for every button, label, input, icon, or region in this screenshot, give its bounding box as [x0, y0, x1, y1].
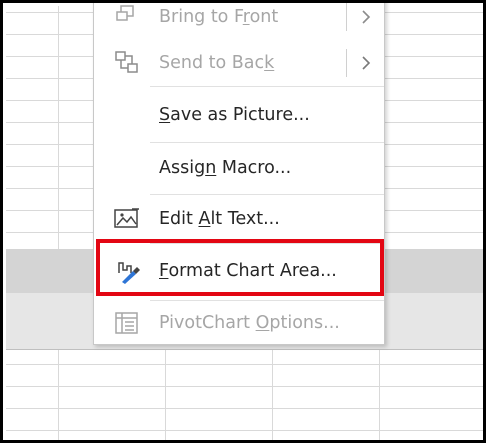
bring-to-front-icon: [116, 5, 134, 21]
menu-item-save-as-picture[interactable]: Save as Picture...: [94, 92, 384, 138]
alt-text-icon: [114, 208, 139, 228]
send-to-back-icon: [115, 51, 138, 73]
menu-separator: [150, 142, 384, 143]
menu-item-label: Edit Alt Text...: [159, 209, 280, 229]
menu-item-assign-macro[interactable]: Assign Macro...: [94, 145, 384, 191]
menu-item-send-to-back[interactable]: Send to Back: [94, 40, 384, 86]
highlight-box: [96, 239, 384, 296]
menu-item-edit-alt-text[interactable]: Edit Alt Text...: [94, 196, 384, 242]
menu-separator: [150, 86, 384, 87]
menu-item-label: Bring to Front: [159, 7, 279, 27]
chevron-right-icon: [362, 10, 371, 24]
submenu-divider: [346, 3, 347, 31]
menu-item-label: PivotChart Options...: [159, 313, 340, 333]
menu-item-label: Send to Back: [159, 53, 275, 73]
menu-item-bring-to-front[interactable]: Bring to Front: [94, 3, 384, 40]
submenu-divider: [346, 49, 347, 77]
menu-item-pivotchart-options[interactable]: PivotChart Options...: [94, 300, 384, 346]
pivotchart-options-icon: [115, 312, 138, 334]
menu-item-label: Assign Macro...: [159, 158, 292, 178]
chevron-right-icon: [362, 56, 371, 70]
menu-item-label: Save as Picture...: [159, 105, 310, 125]
menu-separator: [150, 194, 384, 195]
screenshot-frame: Bring to Front Send to Back Save as Pict: [0, 0, 486, 443]
